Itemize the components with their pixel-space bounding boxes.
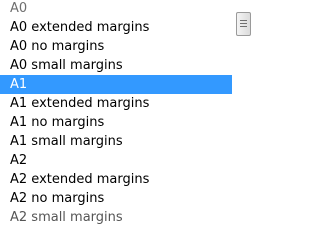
list-item[interactable]: A2 small margins [0,208,232,227]
list-item[interactable]: A1 extended margins [0,94,232,113]
paper-size-list: A0 A0 extended margins A0 no margins A0 … [0,2,232,227]
scroll-grip-icon [240,26,247,27]
list-item[interactable]: A1 small margins [0,132,232,151]
list-item[interactable]: A2 no margins [0,189,232,208]
list-item[interactable]: A0 [0,2,232,18]
list-item[interactable]: A0 small margins [0,56,232,75]
list-item[interactable]: A1 no margins [0,113,232,132]
scroll-grip-icon [240,20,247,21]
list-item-selected[interactable]: A1 [0,75,232,94]
list-item[interactable]: A2 extended margins [0,170,232,189]
list-item[interactable]: A0 no margins [0,37,232,56]
scroll-grip-icon [240,23,247,24]
paper-size-listbox[interactable]: A0 A0 extended margins A0 no margins A0 … [0,0,263,242]
list-item[interactable]: A2 [0,151,232,170]
list-item[interactable]: A0 extended margins [0,18,232,37]
scrollbar-thumb[interactable] [236,12,251,36]
